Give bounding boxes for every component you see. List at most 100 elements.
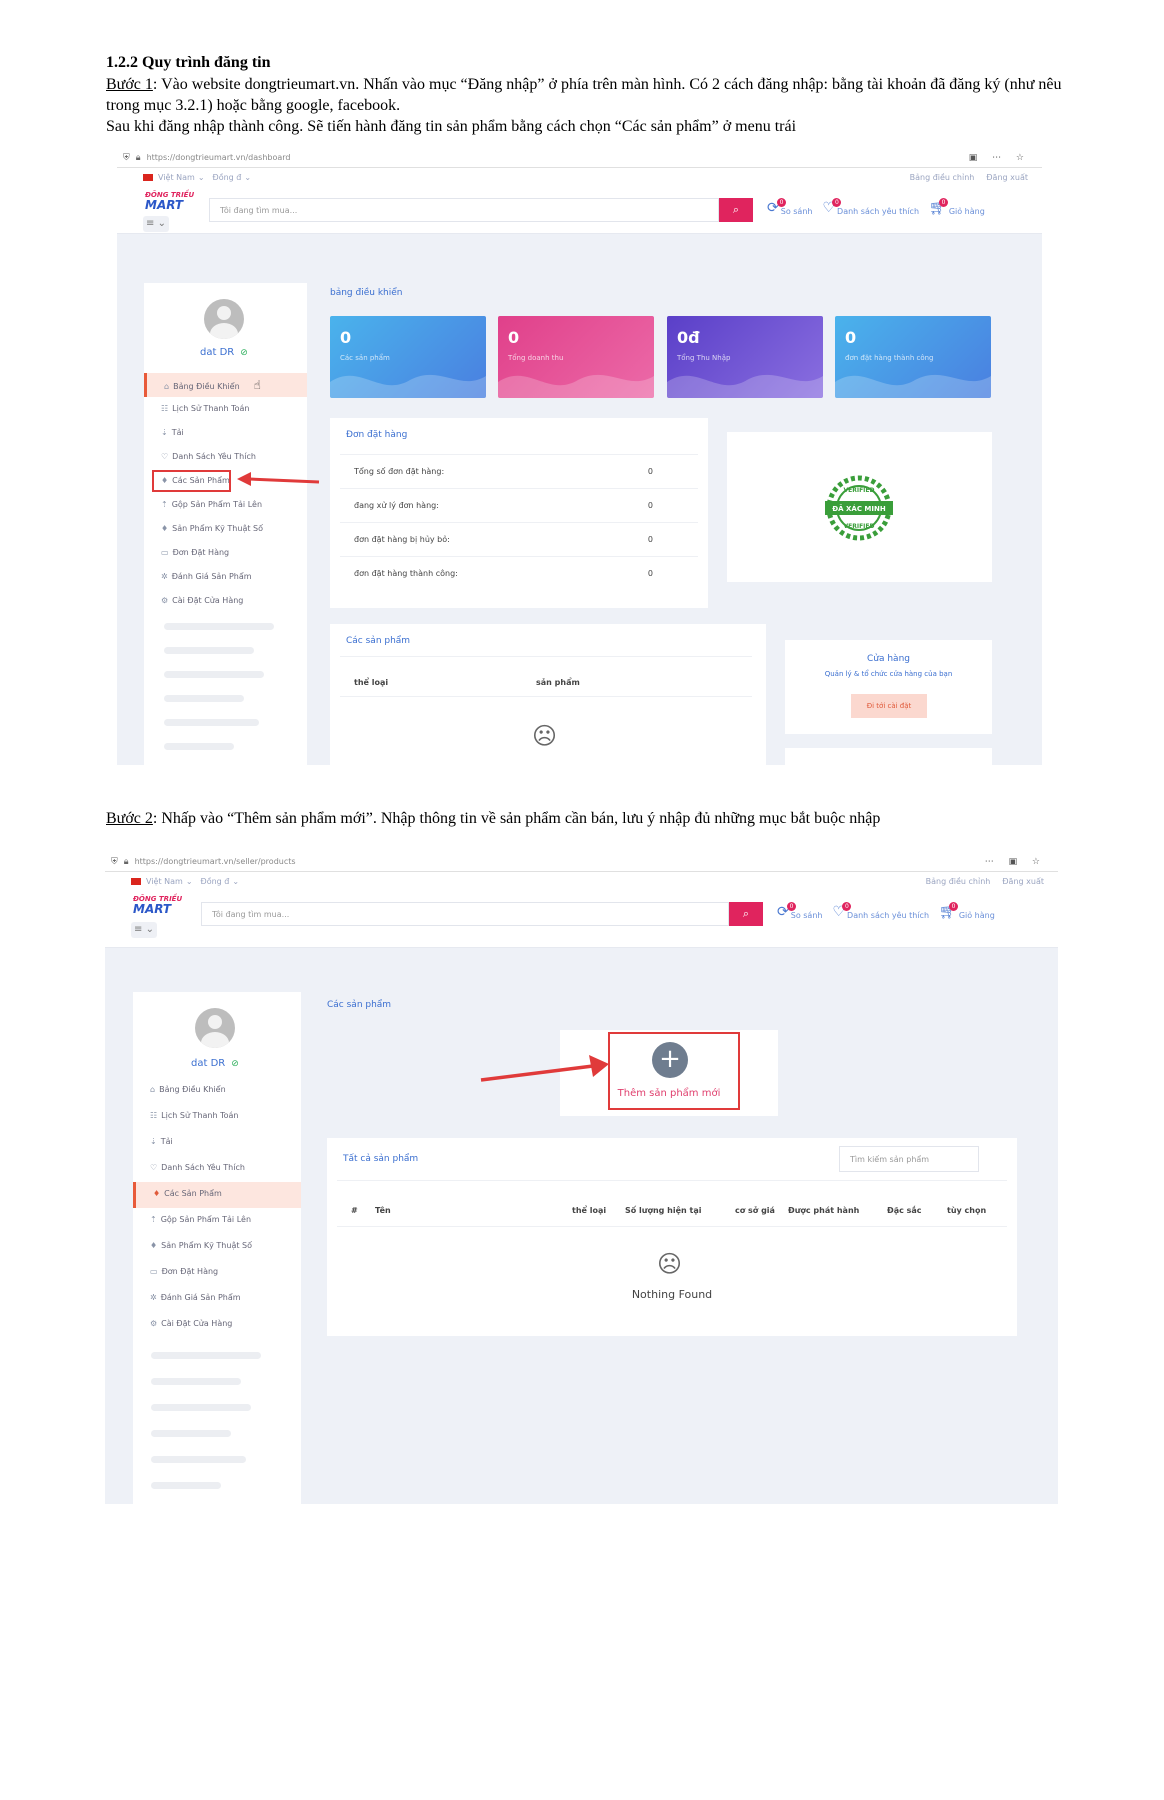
column-published: Được phát hành bbox=[788, 1206, 860, 1215]
browser-tools-icons[interactable]: ▣ ⋯ ☆ bbox=[969, 153, 1030, 163]
site-header: ĐÔNG TRIỀU MART ≡ ⌄ Tôi đang tìm mua... ⌕… bbox=[105, 890, 1058, 948]
sidebar-item-wishlist[interactable]: ♡ Danh Sách Yêu Thích bbox=[144, 445, 307, 469]
verified-card: ĐÃ XÁC MINH VERIFIED VERIFIED bbox=[727, 432, 992, 582]
sidebar: dat DR ⊘ ⌂ Bảng Điều Khiển ☷ Lịch Sử Thanh … bbox=[133, 992, 301, 1504]
step2-text: : Nhấp vào “Thêm sản phẩm mới”. Nhập thô… bbox=[152, 810, 881, 827]
site-logo[interactable]: ĐÔNG TRIỀU MART bbox=[133, 894, 185, 915]
sidebar-item-payment-history[interactable]: ☷ Lịch Sử Thanh Toán bbox=[144, 397, 307, 421]
order-row: đơn đặt hàng thành công: 0 bbox=[340, 556, 698, 590]
wishlist-link[interactable]: ♡ 0 Danh sách yêu thích bbox=[832, 902, 929, 920]
search-input[interactable]: Tôi đang tìm mua... bbox=[209, 198, 719, 222]
column-name: Tên bbox=[375, 1206, 391, 1215]
check-circle-icon: ⊘ bbox=[240, 348, 248, 358]
sidebar-item-downloads[interactable]: ⇣ Tải bbox=[133, 1130, 301, 1156]
stat-card-products: 0 Các sản phẩm bbox=[330, 316, 486, 398]
language-select[interactable]: Việt Nam bbox=[158, 173, 195, 182]
home-icon: ⌂ bbox=[164, 382, 170, 391]
hand-cursor-icon: ☝ bbox=[253, 378, 261, 392]
menu-toggle-button[interactable]: ≡ ⌄ bbox=[143, 216, 169, 232]
heart-icon: ♡ bbox=[150, 1163, 158, 1172]
star-icon: ✲ bbox=[161, 572, 168, 581]
logout-link[interactable]: Đăng xuất bbox=[1002, 877, 1044, 886]
sidebar: dat DR ⊘ ⌂ Bảng Điều Khiển ☝ ☷ Lịch Sử Thanh… bbox=[144, 283, 307, 765]
extra-card bbox=[785, 748, 992, 765]
page-title: Các sản phẩm bbox=[327, 1000, 392, 1010]
browser-tools-icons[interactable]: ⋯ ▣ ☆ bbox=[985, 857, 1046, 867]
upload-icon: ⇡ bbox=[161, 500, 168, 509]
order-row: đơn đặt hàng bị hủy bỏ: 0 bbox=[340, 522, 698, 556]
sidebar-item-digital-products[interactable]: ♦ Sản Phẩm Kỹ Thuật Số bbox=[144, 517, 307, 541]
currency-select[interactable]: Đồng đ bbox=[201, 877, 230, 886]
heart-icon: ♡ bbox=[161, 452, 169, 461]
all-products-title: Tất cả sản phẩm bbox=[343, 1154, 419, 1164]
sidebar-item-payment-history[interactable]: ☷ Lịch Sử Thanh Toán bbox=[133, 1104, 301, 1130]
column-category: thể loại bbox=[354, 678, 389, 687]
sidebar-item-wishlist[interactable]: ♡ Danh Sách Yêu Thích bbox=[133, 1156, 301, 1182]
site-logo[interactable]: ĐÔNG TRIỀU MART bbox=[145, 190, 197, 211]
menu-toggle-button[interactable]: ≡ ⌄ bbox=[131, 922, 157, 938]
shop-card: Cửa hàng Quản lý & tổ chức cửa hàng của … bbox=[785, 640, 992, 734]
top-bar: Việt Nam ⌄ Đồng đ ⌄ Bảng điều chỉnh Đăng x… bbox=[105, 872, 1058, 890]
column-options: tùy chọn bbox=[947, 1206, 987, 1215]
money-icon: ▭ bbox=[150, 1267, 158, 1276]
shop-settings-button[interactable]: Đi tới cài đặt bbox=[851, 694, 927, 718]
order-row: đang xử lý đơn hàng: 0 bbox=[340, 488, 698, 522]
url-text[interactable]: https://dongtrieumart.vn/dashboard bbox=[147, 153, 969, 162]
diamond-icon: ♦ bbox=[153, 1189, 161, 1198]
wishlist-link[interactable]: ♡ 0 Danh sách yêu thích bbox=[822, 198, 919, 216]
page-title: bảng điều khiển bbox=[330, 288, 403, 298]
user-name: dat DR ⊘ bbox=[200, 347, 248, 358]
sidebar-item-products[interactable]: ♦ Các Sản Phẩm bbox=[133, 1182, 301, 1208]
sidebar-item-shop-settings[interactable]: ⚙ Cài Đặt Cửa Hàng bbox=[144, 589, 307, 613]
sidebar-item-digital-products[interactable]: ♦ Sản Phẩm Kỹ Thuật Số bbox=[133, 1234, 301, 1260]
step2-paragraph: Bước 2: Nhấp vào “Thêm sản phẩm mới”. Nh… bbox=[106, 808, 1066, 829]
sidebar-item-orders[interactable]: ▭ Đơn Đặt Hàng bbox=[133, 1260, 301, 1286]
currency-select[interactable]: Đồng đ bbox=[213, 173, 242, 182]
sidebar-item-dashboard[interactable]: ⌂ Bảng Điều Khiển bbox=[133, 1078, 301, 1104]
shield-icon: ⛨ bbox=[123, 152, 130, 163]
column-product: sản phẩm bbox=[536, 678, 580, 687]
chevron-down-icon: ⌄ bbox=[185, 876, 193, 886]
column-current-qty: Số lượng hiện tại bbox=[625, 1206, 702, 1215]
compare-link[interactable]: ⟳ 0 So sánh bbox=[777, 902, 822, 920]
sidebar-item-downloads[interactable]: ⇣ Tải bbox=[144, 421, 307, 445]
search-button[interactable]: ⌕ bbox=[729, 902, 763, 926]
sidebar-item-bulk-upload[interactable]: ⇡ Gộp Sản Phẩm Tải Lên bbox=[133, 1208, 301, 1234]
check-circle-icon: ⊘ bbox=[231, 1059, 239, 1069]
search-button[interactable]: ⌕ bbox=[719, 198, 753, 222]
download-icon: ⇣ bbox=[150, 1137, 157, 1146]
list-icon: ☷ bbox=[161, 404, 169, 413]
cart-link[interactable]: 🛒︎ 0 Giỏ hàng bbox=[929, 198, 985, 216]
site-header: ĐÔNG TRIỀU MART ≡ ⌄ Tôi đang tìm mua... ⌕… bbox=[117, 186, 1042, 234]
sad-face-icon: ☹ bbox=[657, 1250, 683, 1278]
search-input[interactable]: Tôi đang tìm mua... bbox=[201, 902, 729, 926]
sidebar-item-dashboard[interactable]: ⌂ Bảng Điều Khiển ☝ bbox=[144, 373, 307, 397]
compare-link[interactable]: ⟳ 0 So sánh bbox=[767, 198, 812, 216]
sidebar-item-bulk-upload[interactable]: ⇡ Gộp Sản Phẩm Tải Lên bbox=[144, 493, 307, 517]
stat-card-revenue: 0 Tổng doanh thu bbox=[498, 316, 654, 398]
shop-subtitle: Quản lý & tổ chức cửa hàng của bạn bbox=[824, 670, 953, 678]
red-arrow-icon bbox=[237, 472, 320, 486]
column-base-price: cơ sở giá bbox=[735, 1206, 775, 1215]
svg-text:ĐÃ XÁC MINH: ĐÃ XÁC MINH bbox=[832, 504, 886, 513]
language-select[interactable]: Việt Nam bbox=[146, 877, 183, 886]
sidebar-item-reviews[interactable]: ✲ Đánh Giá Sản Phẩm bbox=[133, 1286, 301, 1312]
url-text[interactable]: https://dongtrieumart.vn/seller/products bbox=[135, 857, 985, 866]
logout-link[interactable]: Đăng xuất bbox=[986, 173, 1028, 182]
product-search-input[interactable]: Tìm kiếm sản phẩm bbox=[839, 1146, 979, 1172]
column-number: # bbox=[351, 1206, 358, 1215]
browser-url-bar[interactable]: ⛨ 🔒︎ https://dongtrieumart.vn/seller/pro… bbox=[105, 852, 1058, 872]
shop-title: Cửa hàng bbox=[866, 654, 910, 664]
browser-url-bar[interactable]: ⛨ 🔒︎ https://dongtrieumart.vn/dashboard … bbox=[117, 148, 1042, 168]
dashboard-link[interactable]: Bảng điều chỉnh bbox=[910, 173, 975, 182]
cart-link[interactable]: 🛒︎ 0 Giỏ hàng bbox=[939, 902, 995, 920]
dashboard-screenshot: ⛨ 🔒︎ https://dongtrieumart.vn/dashboard … bbox=[117, 148, 1042, 765]
chevron-down-icon: ⌄ bbox=[244, 172, 252, 182]
dashboard-link[interactable]: Bảng điều chỉnh bbox=[926, 877, 991, 886]
vietnam-flag-icon bbox=[131, 877, 141, 885]
sidebar-item-reviews[interactable]: ✲ Đánh Giá Sản Phẩm bbox=[144, 565, 307, 589]
orders-card: Đơn đặt hàng Tổng số đơn đặt hàng: 0 đang… bbox=[330, 418, 708, 608]
sidebar-item-shop-settings[interactable]: ⚙ Cài Đặt Cửa Hàng bbox=[133, 1312, 301, 1338]
sidebar-item-orders[interactable]: ▭ Đơn Đặt Hàng bbox=[144, 541, 307, 565]
money-icon: ▭ bbox=[161, 548, 169, 557]
